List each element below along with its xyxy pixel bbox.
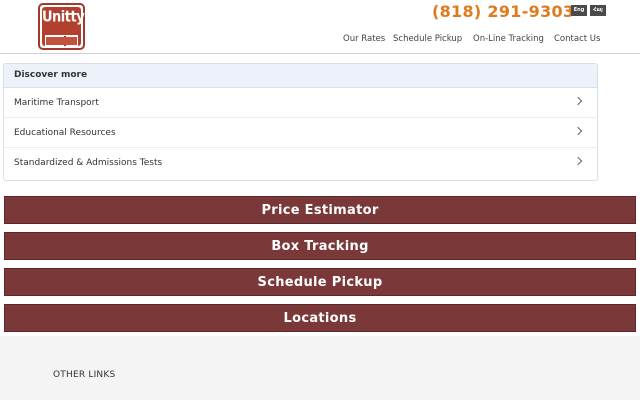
discover-item-educational-resources[interactable]: Educational Resources <box>4 118 597 148</box>
logo-tag-right <box>60 37 77 45</box>
schedule-pickup-button[interactable]: Schedule Pickup <box>4 268 636 296</box>
language-armenian-button[interactable]: Հայ <box>590 5 606 16</box>
discover-item-standardized-tests[interactable]: Standardized & Admissions Tests <box>4 148 597 178</box>
discover-item-maritime-transport[interactable]: Maritime Transport <box>4 88 597 118</box>
chevron-right-icon <box>573 96 583 106</box>
unitty-logo[interactable]: Unitty <box>38 3 85 50</box>
logo-wordmark: Unitty <box>42 8 85 27</box>
logo-badge: Unitty <box>42 7 85 47</box>
other-links-heading: OTHER LINKS <box>53 370 116 380</box>
discover-item-label: Maritime Transport <box>14 98 99 108</box>
nav-online-tracking[interactable]: On-Line Tracking <box>473 34 544 44</box>
discover-title: Discover more <box>14 70 88 80</box>
phone-number[interactable]: (818) 291-9303 <box>432 2 574 21</box>
price-estimator-button[interactable]: Price Estimator <box>4 196 636 224</box>
logo-tagline-band <box>45 35 78 47</box>
locations-button[interactable]: Locations <box>4 304 636 332</box>
language-english-button[interactable]: Eng <box>571 5 587 16</box>
box-tracking-button[interactable]: Box Tracking <box>4 232 636 260</box>
site-header: Unitty (818) 291-9303 Eng Հայ Our Rates … <box>0 0 640 54</box>
discover-item-label: Educational Resources <box>14 128 116 138</box>
discover-item-label: Standardized & Admissions Tests <box>14 158 163 168</box>
site-footer: OTHER LINKS <box>0 336 640 400</box>
discover-header: Discover more <box>4 64 597 88</box>
nav-our-rates[interactable]: Our Rates <box>343 34 385 44</box>
nav-schedule-pickup[interactable]: Schedule Pickup <box>393 34 462 44</box>
discover-more-panel: Discover more Maritime Transport Educati… <box>3 63 598 181</box>
chevron-right-icon <box>573 156 583 166</box>
chevron-right-icon <box>573 126 583 136</box>
nav-contact-us[interactable]: Contact Us <box>554 34 600 44</box>
